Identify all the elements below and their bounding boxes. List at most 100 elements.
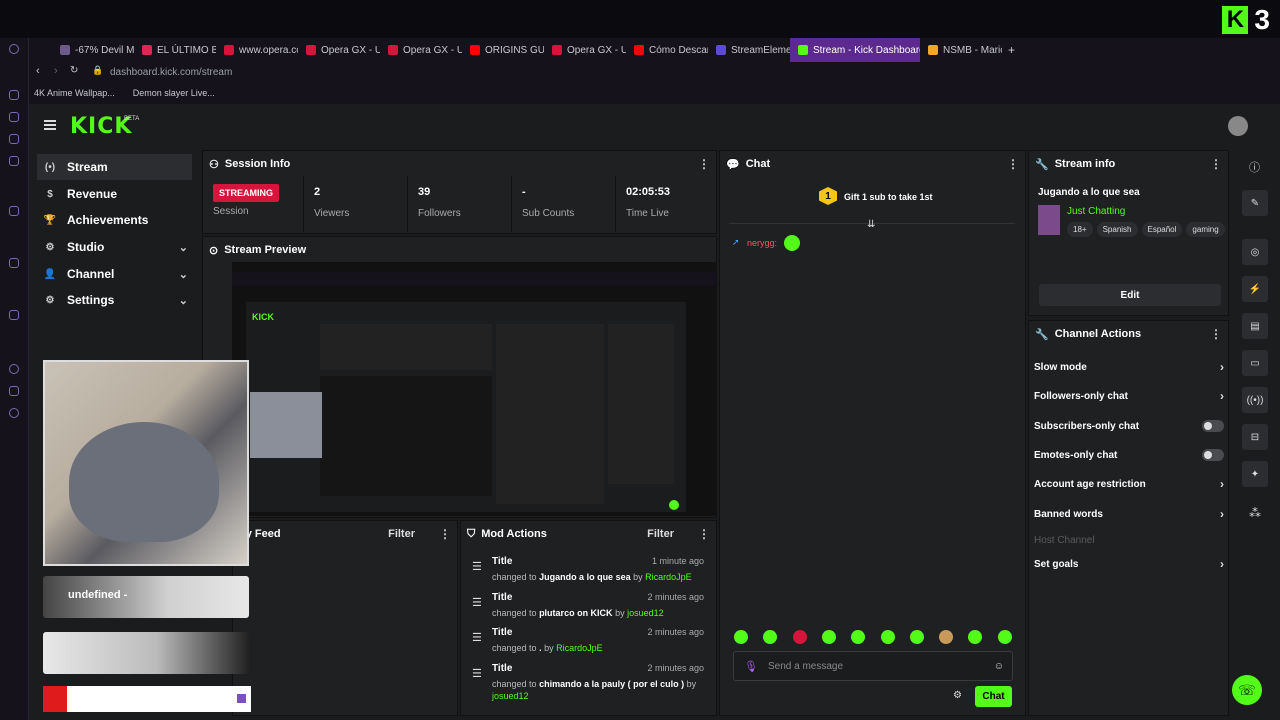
forward-arrow-icon[interactable]: › <box>54 65 58 77</box>
nav-item-revenue[interactable]: $ Revenue <box>37 181 192 207</box>
info-circle-icon[interactable]: ⓘ <box>1249 159 1260 175</box>
channel-action-emotes-only-chat[interactable]: Emotes-only chat <box>1034 444 1224 466</box>
nav-item-stream[interactable]: (•) Stream <box>37 154 192 180</box>
mod-action-user[interactable]: josued12 <box>492 691 529 701</box>
channel-action-slow-mode[interactable]: Slow mode › <box>1034 356 1224 378</box>
signal-icon[interactable]: ((•)) <box>1242 387 1268 413</box>
bookmark-item[interactable]: Demon slayer Live... <box>133 88 215 98</box>
comment-icon[interactable]: ▭ <box>1242 350 1268 376</box>
sidebar-cube-icon[interactable] <box>9 386 19 396</box>
mod-actions-menu-icon[interactable]: ⋮ <box>698 527 710 541</box>
browser-tab[interactable]: NSMB - Mario <box>920 38 1002 62</box>
category-name[interactable]: Just Chatting <box>1067 206 1125 217</box>
stream-preview-video[interactable]: KICK <box>232 262 716 516</box>
emoji-icon[interactable]: ☺ <box>994 661 1004 672</box>
emote-icon[interactable] <box>939 630 954 644</box>
sidebar-messenger-icon[interactable] <box>9 156 19 166</box>
chat-settings-icon[interactable]: ⚙ <box>953 690 962 701</box>
session-info-menu-icon[interactable]: ⋮ <box>698 157 710 171</box>
chat-message-user[interactable]: nerygg: <box>747 238 777 248</box>
stream-info-menu-icon[interactable]: ⋮ <box>1210 157 1222 171</box>
mic-icon[interactable]: 🎙 <box>744 660 758 673</box>
mod-action-user[interactable]: josued12 <box>627 608 664 618</box>
stream-tag[interactable]: gaming <box>1186 222 1225 237</box>
new-tab-plus-icon[interactable]: + <box>1008 43 1015 57</box>
emote-icon[interactable] <box>909 630 924 644</box>
sidebar-gx-icon[interactable] <box>9 90 19 100</box>
share-icon[interactable]: ⁂ <box>1249 506 1261 520</box>
nav-item-studio[interactable]: ⚙ Studio ⌄ <box>37 234 192 260</box>
sidebar-twitch-icon[interactable] <box>9 258 19 268</box>
toggle-switch[interactable] <box>1202 420 1224 432</box>
channel-action-banned-words[interactable]: Banned words › <box>1034 503 1224 525</box>
toggle-switch[interactable] <box>1202 449 1224 461</box>
back-arrow-icon[interactable]: ‹ <box>36 65 40 77</box>
channel-action-subscribers-only-chat[interactable]: Subscribers-only chat <box>1034 415 1224 437</box>
bookmark-item[interactable]: 4K Anime Wallpap... <box>34 88 115 98</box>
mod-action-prefix: changed to <box>492 572 537 582</box>
collapse-icon[interactable]: ⇊ <box>867 219 875 230</box>
sidebar-history-icon[interactable] <box>9 364 19 374</box>
mod-action-value: Jugando a lo que sea <box>539 572 631 582</box>
browser-tab[interactable]: www.opera.com <box>216 38 298 62</box>
chat-input-placeholder[interactable]: Send a message <box>768 661 843 672</box>
edit-stream-button[interactable]: Edit <box>1039 284 1221 306</box>
channel-actions-menu-icon[interactable]: ⋮ <box>1210 327 1222 341</box>
mod-action-user[interactable]: RicardoJpE <box>556 643 603 653</box>
mod-filter-button[interactable]: Filter <box>647 528 674 540</box>
stream-tag[interactable]: Español <box>1141 222 1183 237</box>
browser-tab[interactable]: Cómo Descargar <box>626 38 708 62</box>
session-status-label: Session <box>213 206 249 217</box>
emote-icon[interactable] <box>880 630 895 644</box>
browser-tab[interactable]: EL ÚLTIMO BAILE <box>134 38 216 62</box>
gear-icon: ⚙ <box>45 241 55 253</box>
channel-action-followers-only-chat[interactable]: Followers-only chat › <box>1034 385 1224 407</box>
channel-action-set-goals[interactable]: Set goals › <box>1034 553 1224 575</box>
reload-icon[interactable]: ↻ <box>70 65 78 76</box>
url-text[interactable]: dashboard.kick.com/stream <box>110 67 232 78</box>
pencil-icon[interactable]: ✎ <box>1242 190 1268 216</box>
sidebar-settings-icon[interactable] <box>9 408 19 418</box>
emote-icon[interactable] <box>997 630 1012 644</box>
user-avatar[interactable] <box>1228 116 1248 136</box>
gift-sub-text[interactable]: Gift 1 sub to take 1st <box>844 192 933 202</box>
tool-icon[interactable]: ✦ <box>1242 461 1268 487</box>
address-bar[interactable]: ‹ › ↻ 🔒 dashboard.kick.com/stream <box>0 62 1280 82</box>
browser-tab[interactable]: Stream - Kick Dashboard <box>790 38 920 62</box>
opera-logo-icon[interactable] <box>9 44 19 54</box>
browser-tab[interactable]: Opera GX - Upda <box>380 38 462 62</box>
trophy-icon: 🏆 <box>43 214 57 226</box>
chat-input-box[interactable]: 🎙 Send a message ☺ <box>733 651 1013 681</box>
mod-action-user[interactable]: RicardoJpE <box>645 572 692 582</box>
channel-action-account-age-restriction[interactable]: Account age restriction › <box>1034 473 1224 495</box>
emote-icon[interactable] <box>734 630 748 644</box>
sidebar-triangle-icon[interactable] <box>9 206 19 216</box>
sidebar-box-icon[interactable] <box>9 310 19 320</box>
browser-tab[interactable]: -67% Devil May C <box>52 38 134 62</box>
browser-tab[interactable]: StreamElements <box>708 38 790 62</box>
help-support-icon[interactable]: ☏ <box>1232 675 1262 705</box>
activity-feed-menu-icon[interactable]: ⋮ <box>439 527 451 541</box>
sidebar-tv-icon[interactable] <box>9 112 19 122</box>
browser-tab[interactable]: ORIGINS GUÍA CO <box>462 38 544 62</box>
stream-tag[interactable]: Spanish <box>1096 222 1138 237</box>
browser-tab[interactable]: Opera GX - Upda <box>544 38 626 62</box>
document-icon[interactable]: ▤ <box>1242 313 1268 339</box>
chat-send-button[interactable]: Chat <box>975 686 1012 707</box>
target-icon[interactable]: ◎ <box>1242 239 1268 265</box>
browser-tab[interactable]: Opera GX - Upda <box>298 38 380 62</box>
nav-item-settings[interactable]: ⚙ Settings ⌄ <box>37 287 192 313</box>
nav-item-achievements[interactable]: 🏆 Achievements <box>37 207 192 233</box>
menu-hamburger-icon[interactable] <box>44 120 56 130</box>
lightning-icon[interactable]: ⚡ <box>1242 276 1268 302</box>
nav-item-channel[interactable]: 👤 Channel ⌄ <box>37 261 192 287</box>
stream-tag[interactable]: 18+ <box>1067 222 1093 237</box>
kick-k-logo-icon: K <box>1222 6 1249 34</box>
activity-filter-button[interactable]: Filter <box>388 528 415 540</box>
sidebar-chat-icon[interactable] <box>9 134 19 144</box>
layout-icon[interactable]: ⊟ <box>1242 424 1268 450</box>
emote-icon[interactable] <box>792 630 807 644</box>
chat-menu-icon[interactable]: ⋮ <box>1007 157 1019 171</box>
nav-item-label: Stream <box>67 160 108 174</box>
emote-icon[interactable] <box>821 630 836 644</box>
